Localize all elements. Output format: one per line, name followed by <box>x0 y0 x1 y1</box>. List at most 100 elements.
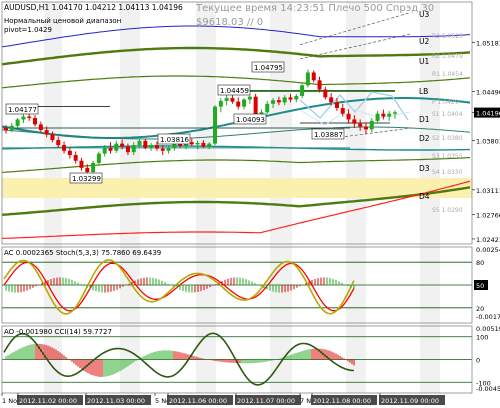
candle-body <box>149 145 154 148</box>
candle-body <box>62 145 67 151</box>
candle-body <box>294 95 299 100</box>
time-axis-label: 2012.11.07 00:00 <box>237 397 295 405</box>
price-callout: 1.04459 <box>217 84 251 96</box>
candle-body <box>85 167 90 173</box>
candle-body <box>38 124 43 131</box>
level-label: S5 1.0290 <box>432 207 463 214</box>
level-label: R2 1.0479 <box>432 53 463 60</box>
level-label: R3 1.0523 <box>432 33 463 40</box>
ac-scale-label: 20 <box>476 305 484 313</box>
ac-scale-label: 80 <box>476 259 484 267</box>
candle-body <box>102 147 107 154</box>
ac-title: AC 0.0002365 Stoch(5,3,3) 75.7860 69.643… <box>4 249 161 257</box>
candle-body <box>230 98 235 102</box>
candle-body <box>393 112 397 114</box>
price-callout-label: 1.04795 <box>254 64 283 72</box>
candle-body <box>96 153 101 163</box>
candle-body <box>44 130 49 135</box>
price-callout: 1.03299 <box>69 172 103 184</box>
candle-body <box>282 97 287 103</box>
candle-body <box>375 113 380 121</box>
price-callout: 1.04177 <box>5 103 39 115</box>
candle-body <box>265 103 270 113</box>
candle-body <box>363 126 368 130</box>
price-tick-label: 1.02421 <box>476 236 500 244</box>
candle-body <box>323 89 328 98</box>
price-callout: 1.03887 <box>311 128 345 140</box>
ao-scale-label: 0 <box>476 357 480 365</box>
price-callout-label: 1.03887 <box>314 131 343 139</box>
candle-body <box>218 100 223 107</box>
candle-body <box>340 108 345 114</box>
ac-scale-label: -0.00178 <box>476 313 500 321</box>
level-label: D1 <box>419 115 430 124</box>
level-label: D2 <box>419 134 430 143</box>
candle-body <box>56 140 61 146</box>
candle-body <box>358 123 363 127</box>
pivot-label: pivot=1.0429 <box>4 26 52 34</box>
candle-body <box>125 146 130 153</box>
candle-body <box>108 147 113 151</box>
time-line: Текущее время 14:23:51 Плечо 500 Спрэд 3… <box>195 3 434 14</box>
ac-scale-label: 0.002540 <box>476 246 500 254</box>
price-callout-label: 1.04093 <box>236 116 265 124</box>
candle-body <box>189 142 194 145</box>
level-label: D3 <box>419 164 430 173</box>
price-callout: 1.04795 <box>251 61 285 73</box>
candle-body <box>207 143 212 147</box>
candle-body <box>329 97 334 103</box>
candle-body <box>276 100 281 103</box>
candle-body <box>50 134 55 141</box>
candle-body <box>79 160 84 168</box>
price-tick-label: 1.05181 <box>476 39 500 47</box>
candle-body <box>73 155 78 161</box>
chart-canvas[interactable]: 1.04177 1.03816 1.03299 1.04459 1.04093 1.047… <box>0 0 500 408</box>
level-label: LB <box>419 87 428 96</box>
candle-body <box>387 113 392 117</box>
candle-body <box>381 113 386 117</box>
candle <box>213 105 218 146</box>
time-axis-label: 2012.11.09 00:00 <box>381 397 439 405</box>
price-callout-label: 1.03299 <box>72 175 101 183</box>
time-axis-label: 2012.11.08 00:00 <box>313 397 371 405</box>
candle-body <box>288 97 293 100</box>
candle-body <box>213 106 218 144</box>
candle-body <box>201 142 206 147</box>
price-callout-label: 1.03816 <box>160 136 189 144</box>
price-tick-label: 1.02766 <box>476 211 500 219</box>
level-label: P 1.0429 <box>432 99 459 106</box>
candle-body <box>91 162 96 173</box>
ao-scale-label: 100 <box>476 334 488 342</box>
candle-body <box>242 99 247 107</box>
candle-body <box>21 116 26 120</box>
price-tick-label: 1.03111 <box>476 187 500 195</box>
symbol-line: AUDUSD,H1 1.04170 1.04212 1.04113 1.0419… <box>4 3 183 12</box>
candle-body <box>137 140 142 146</box>
level-label: U1 <box>419 57 429 66</box>
time-axis-label: 2012.11.03 00:00 <box>87 397 145 405</box>
ao-scale-label: -0.00455 <box>476 385 500 393</box>
chart-window: 1.04177 1.03816 1.03299 1.04459 1.04093 1.047… <box>0 0 500 408</box>
price-callout: 1.04093 <box>233 113 267 125</box>
price-tick-label: 1.04490 <box>476 89 500 97</box>
price-callout-label: 1.04177 <box>8 106 37 114</box>
time-axis-label: 2012.11.06 00:00 <box>169 397 227 405</box>
candle-body <box>317 80 322 90</box>
candle-body <box>33 118 38 125</box>
price-tick-label: 1.03801 <box>476 138 500 146</box>
candle-body <box>300 85 305 96</box>
price-callout-label: 1.04459 <box>220 87 249 95</box>
candle-body <box>9 125 14 131</box>
candle-body <box>346 113 351 120</box>
candle-body <box>311 72 316 81</box>
candle-body <box>160 148 165 151</box>
candle-body <box>143 140 148 148</box>
candle-body <box>154 145 159 149</box>
candle-body <box>15 119 20 126</box>
level-label: D4 <box>419 192 430 201</box>
candle-body <box>369 120 374 130</box>
candle-body <box>305 72 310 86</box>
level-label: R1 1.0454 <box>432 71 463 78</box>
candle-body <box>224 98 229 101</box>
balance-line: $9618.03 // 0 <box>196 17 263 28</box>
